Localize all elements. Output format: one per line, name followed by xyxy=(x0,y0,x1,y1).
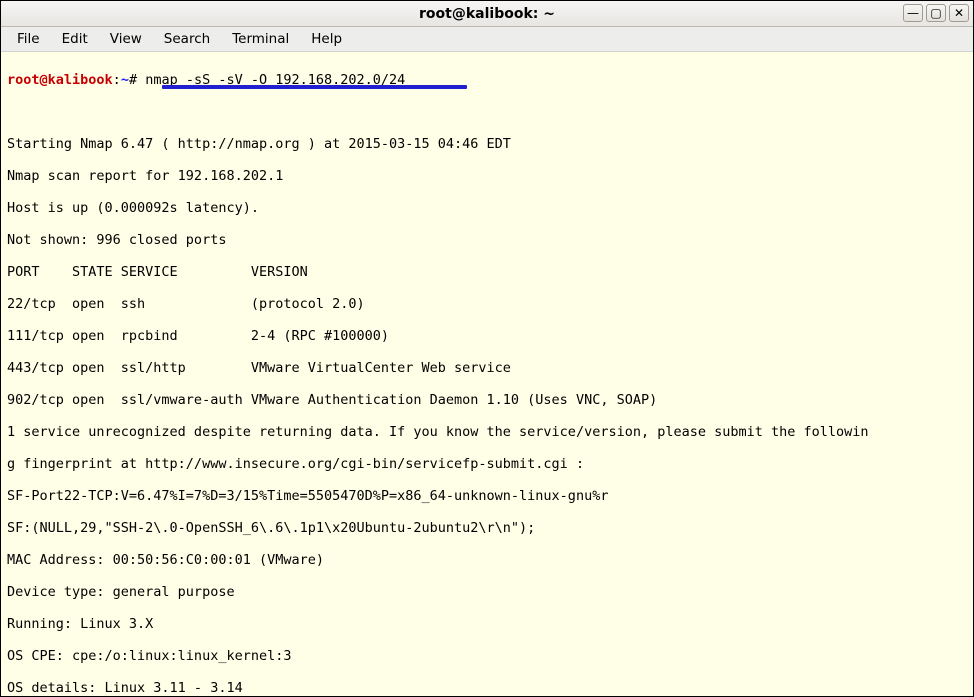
menubar: File Edit View Search Terminal Help xyxy=(1,27,973,52)
menu-search[interactable]: Search xyxy=(154,28,220,50)
output-line: PORT STATE SERVICE VERSION xyxy=(7,264,967,280)
window-title: root@kalibook: ~ xyxy=(1,6,973,22)
output-line: 443/tcp open ssl/http VMware VirtualCent… xyxy=(7,360,967,376)
output-line: 902/tcp open ssl/vmware-auth VMware Auth… xyxy=(7,392,967,408)
prompt-colon: : xyxy=(113,72,121,88)
command-underline xyxy=(162,85,467,89)
output-line: OS CPE: cpe:/o:linux:linux_kernel:3 xyxy=(7,648,967,664)
prompt-line: root@kalibook:~# nmap -sS -sV -O 192.168… xyxy=(7,72,967,88)
output-line: 1 service unrecognized despite returning… xyxy=(7,424,967,440)
titlebar: root@kalibook: ~ — ▢ ✕ xyxy=(1,1,973,27)
output-line: Host is up (0.000092s latency). xyxy=(7,200,967,216)
output-line: Running: Linux 3.X xyxy=(7,616,967,632)
output-line: 111/tcp open rpcbind 2-4 (RPC #100000) xyxy=(7,328,967,344)
minimize-icon: — xyxy=(907,5,919,21)
output-line: Starting Nmap 6.47 ( http://nmap.org ) a… xyxy=(7,136,967,152)
menu-file[interactable]: File xyxy=(7,28,50,50)
maximize-button[interactable]: ▢ xyxy=(926,4,946,22)
window-buttons: — ▢ ✕ xyxy=(903,4,969,22)
output-line: Device type: general purpose xyxy=(7,584,967,600)
terminal-area[interactable]: root@kalibook:~# nmap -sS -sV -O 192.168… xyxy=(1,52,973,696)
output-line xyxy=(7,104,967,120)
prompt-user: root@kalibook xyxy=(7,72,113,88)
output-line: g fingerprint at http://www.insecure.org… xyxy=(7,456,967,472)
close-button[interactable]: ✕ xyxy=(949,4,969,22)
output-line: OS details: Linux 3.11 - 3.14 xyxy=(7,680,967,696)
output-line: SF-Port22-TCP:V=6.47%I=7%D=3/15%Time=550… xyxy=(7,488,967,504)
menu-help[interactable]: Help xyxy=(301,28,352,50)
menu-terminal[interactable]: Terminal xyxy=(222,28,299,50)
minimize-button[interactable]: — xyxy=(903,4,923,22)
output-line: MAC Address: 00:50:56:C0:00:01 (VMware) xyxy=(7,552,967,568)
close-icon: ✕ xyxy=(954,5,964,21)
prompt-path: ~ xyxy=(121,72,129,88)
menu-view[interactable]: View xyxy=(100,28,152,50)
maximize-icon: ▢ xyxy=(930,5,941,21)
output-line: 22/tcp open ssh (protocol 2.0) xyxy=(7,296,967,312)
output-line: Not shown: 996 closed ports xyxy=(7,232,967,248)
menu-edit[interactable]: Edit xyxy=(52,28,98,50)
prompt-hash: # xyxy=(129,72,145,88)
output-line: SF:(NULL,29,"SSH-2\.0-OpenSSH_6\.6\.1p1\… xyxy=(7,520,967,536)
output-line: Nmap scan report for 192.168.202.1 xyxy=(7,168,967,184)
